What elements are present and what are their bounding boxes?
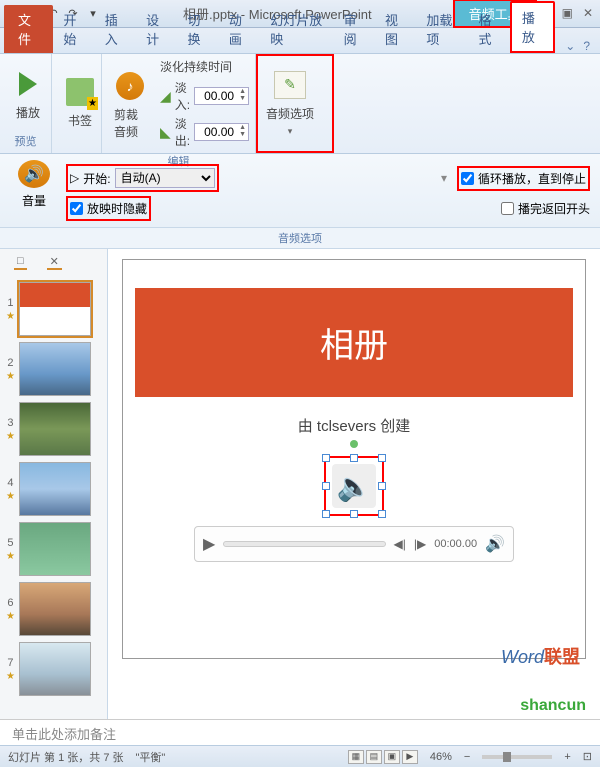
slideshow-view-icon[interactable]: ▶ [402,750,418,764]
help-icon[interactable]: ? [583,39,590,53]
animation-star-icon: ★ [6,311,15,322]
thumbnail-3[interactable]: 3★ [6,402,101,456]
thumbnails-tab[interactable]: □ [14,255,27,270]
fade-out-icon: ◣ [160,124,171,141]
shancun-watermark: shancun [520,697,586,715]
notes-pane[interactable]: 单击此处添加备注 [0,719,600,745]
tab-review[interactable]: 审阅 [334,5,375,53]
normal-view-icon[interactable]: ▦ [348,750,364,764]
volume-button[interactable]: 音量 [22,192,46,209]
trim-icon: ♪ [114,70,146,102]
start-label: 开始: [83,170,110,187]
hide-during-show-checkbox[interactable]: 放映时隐藏 [66,196,151,221]
zoom-level[interactable]: 46% [430,751,452,763]
trim-audio-button[interactable]: ♪ 剪裁音频 [108,66,152,144]
audio-object[interactable]: 🔈 [324,456,384,516]
tab-transitions[interactable]: 切换 [178,5,219,53]
thumbnail-5[interactable]: 5★ [6,522,101,576]
tab-file[interactable]: 文件 [4,5,53,53]
zoom-slider[interactable] [482,755,552,759]
fade-in-icon: ◢ [160,88,171,105]
resize-handle[interactable] [322,454,330,462]
thumbnail-1[interactable]: 1★ [6,282,101,336]
slide-subtitle[interactable]: 由 tclsevers 创建 [135,415,573,436]
status-slide: 幻灯片 第 1 张，共 7 张 [8,749,124,765]
fade-in-spinner[interactable]: ▲▼ [194,87,249,105]
zoom-in-icon[interactable]: + [564,751,570,763]
tab-slideshow[interactable]: 幻灯片放映 [260,5,333,53]
fit-window-icon[interactable]: ⊡ [583,750,592,763]
player-volume-icon[interactable]: 🔊 [485,534,505,554]
zoom-out-icon[interactable]: − [464,751,470,763]
player-track[interactable] [223,541,385,547]
rewind-checkbox[interactable]: 播完返回开头 [501,200,590,217]
watermark: Word联盟 [501,643,580,669]
fade-in-label: 淡入: [175,79,190,113]
fade-out-label: 淡出: [175,115,190,149]
thumbnail-2[interactable]: 2★ [6,342,101,396]
fade-in-input[interactable] [195,88,237,104]
player-time: 00:00.00 [434,538,477,550]
fade-out-spinner[interactable]: ▲▼ [194,123,249,141]
start-play-icon: ▷ [70,171,79,185]
group-audio-options: 音频选项 [0,228,600,249]
tab-format[interactable]: 格式 [468,5,509,53]
slide-canvas[interactable]: 相册 由 tclsevers 创建 🔈 ▶ ◀| |▶ 00:00.00 [122,259,586,659]
thumbnail-6[interactable]: 6★ [6,582,101,636]
tab-design[interactable]: 设计 [136,5,177,53]
close-button[interactable]: ✕ [580,6,596,21]
player-next-icon[interactable]: |▶ [414,537,426,551]
status-theme: "平衡" [136,749,166,765]
rotate-handle[interactable] [350,440,358,448]
bookmarks-button[interactable]: 书签 [58,72,102,133]
volume-icon: 🔊 [18,160,50,188]
tab-animations[interactable]: 动画 [219,5,260,53]
thumbnail-7[interactable]: 7★ [6,642,101,696]
fade-title: 淡化持续时间 [160,58,249,75]
play-icon [12,68,44,100]
player-prev-icon[interactable]: ◀| [394,537,406,551]
audio-options-button[interactable]: ✎ 音频选项 ▾ [260,65,320,141]
bookmark-icon [64,76,96,108]
tab-insert[interactable]: 插入 [95,5,136,53]
reading-view-icon[interactable]: ▣ [384,750,400,764]
tab-view[interactable]: 视图 [375,5,416,53]
thumbnail-4[interactable]: 4★ [6,462,101,516]
slide-title[interactable]: 相册 [135,288,573,397]
tab-addins[interactable]: 加载项 [416,5,468,53]
group-preview: 预览 [6,131,45,149]
tab-playback[interactable]: 播放 [510,1,555,53]
maximize-button[interactable]: ▣ [559,6,576,21]
loop-checkbox[interactable]: 循环播放，直到停止 [457,166,590,191]
player-play-icon[interactable]: ▶ [203,534,215,554]
play-preview-button[interactable]: 播放 [6,64,50,125]
fade-out-input[interactable] [195,124,237,140]
minimize-ribbon-icon[interactable]: ⌄ [565,39,575,53]
speaker-icon: 🔈 [332,464,376,508]
audio-player[interactable]: ▶ ◀| |▶ 00:00.00 🔊 [194,526,514,562]
audio-options-icon: ✎ [274,69,306,101]
sorter-view-icon[interactable]: ▤ [366,750,382,764]
tab-home[interactable]: 开始 [53,5,94,53]
start-select[interactable]: 自动(A) [115,168,215,188]
outline-tab[interactable]: ✕ [47,255,62,270]
